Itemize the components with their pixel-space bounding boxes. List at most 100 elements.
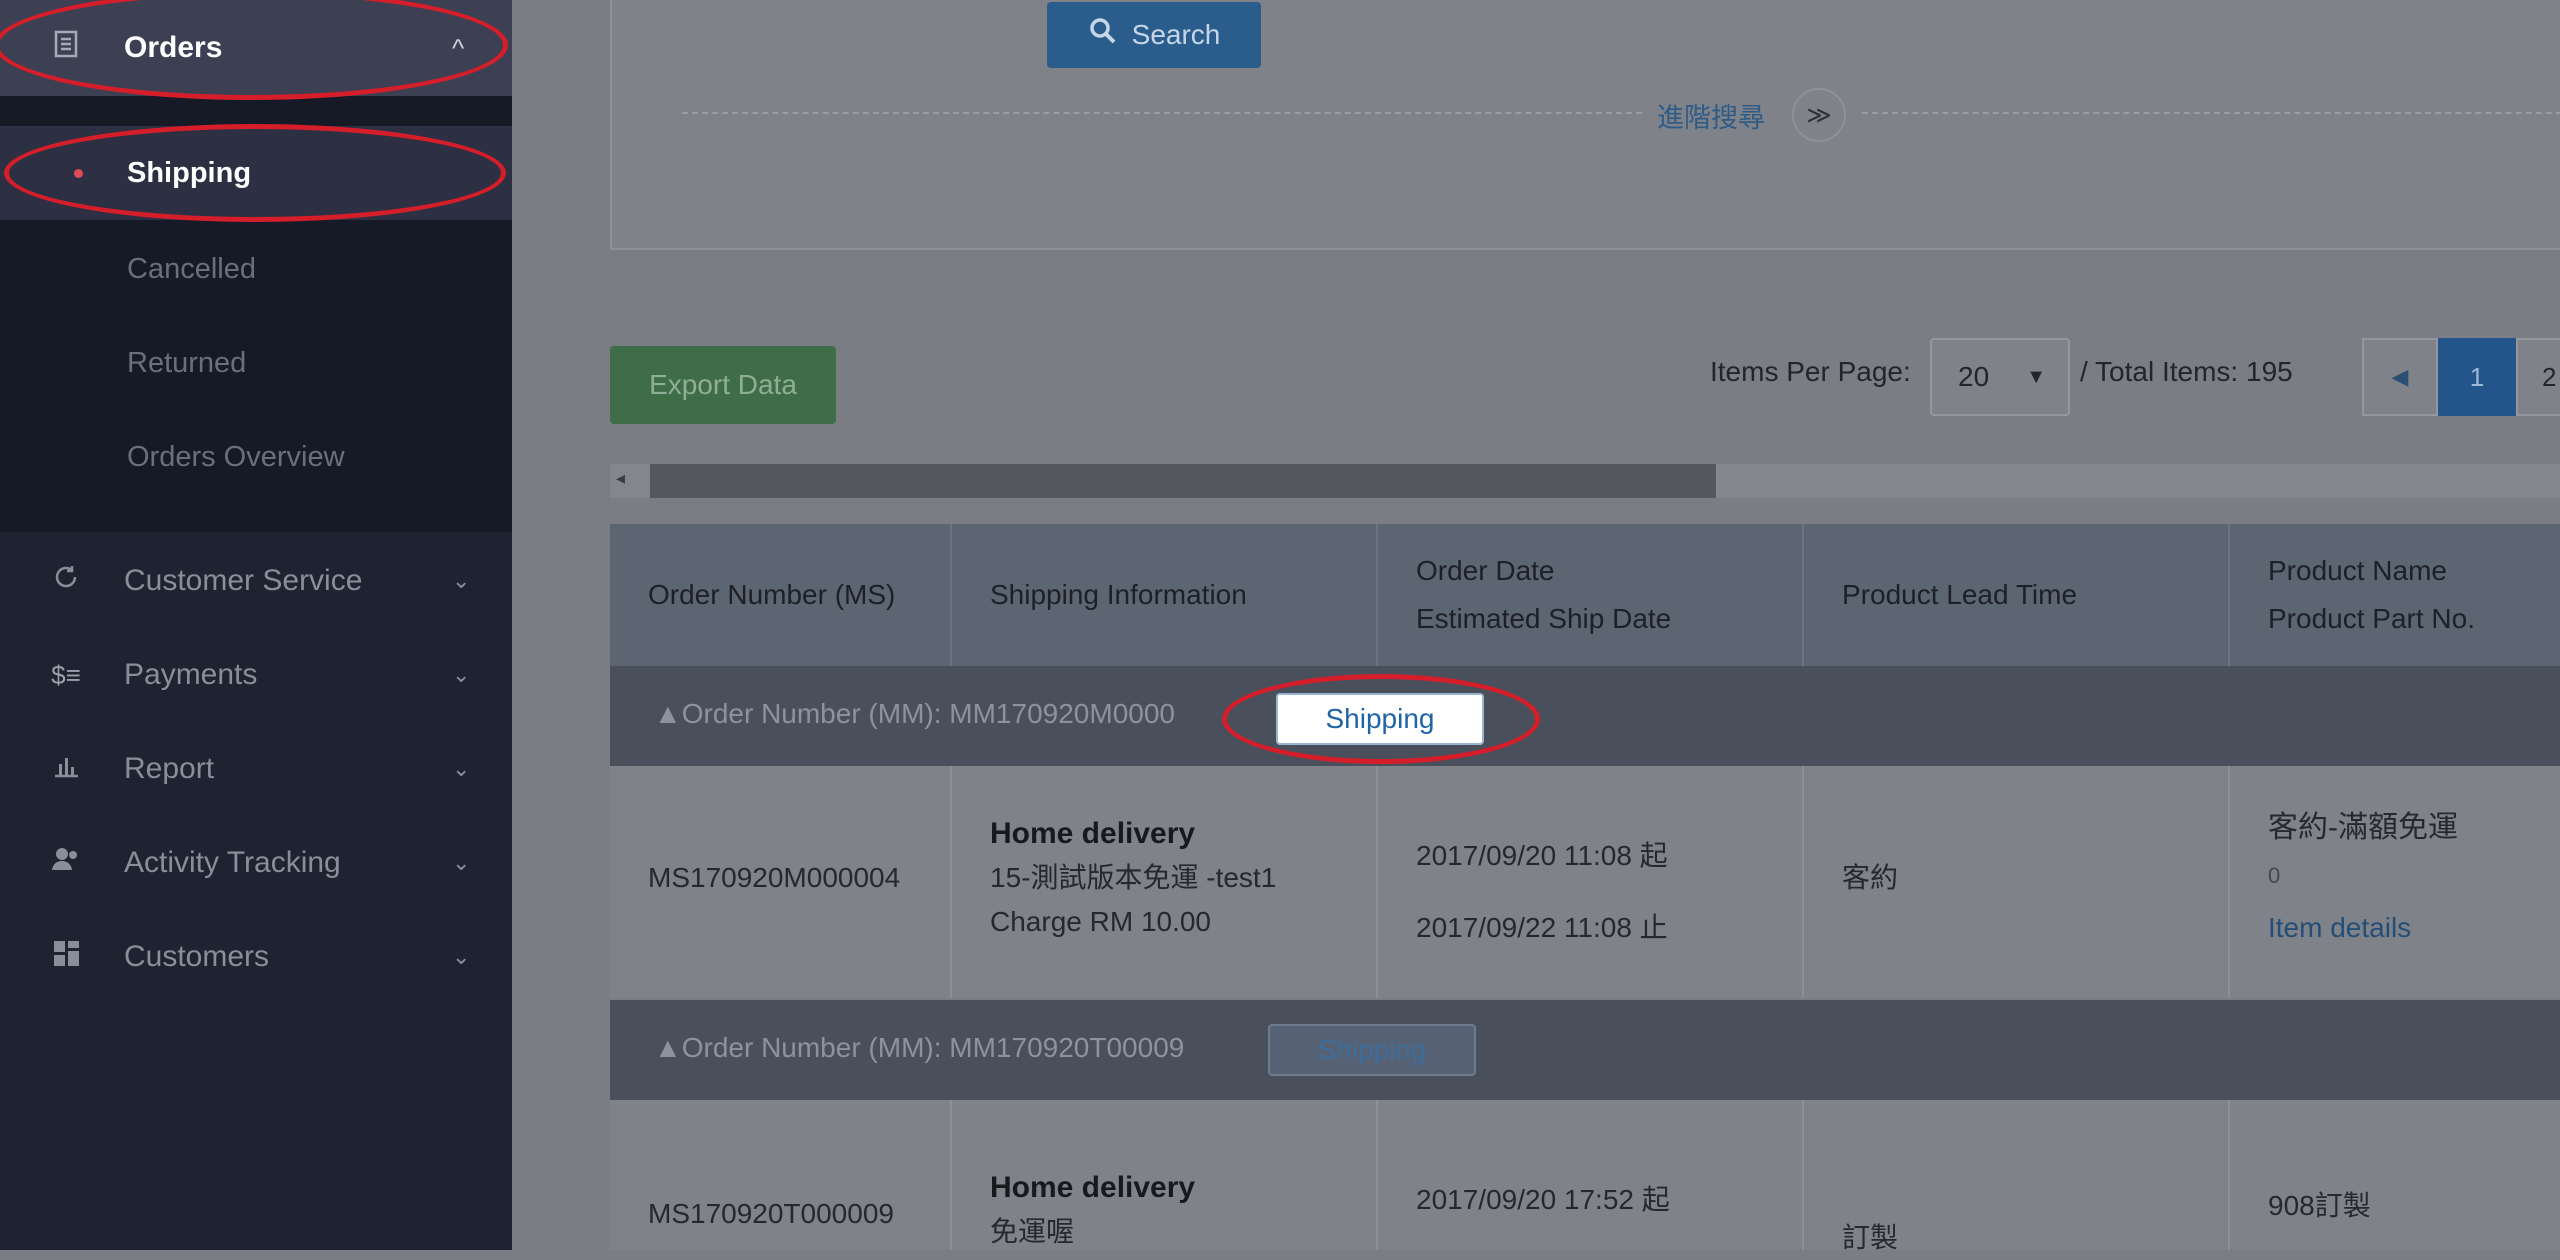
chevron-down-icon: ⌄ bbox=[452, 662, 471, 687]
product-info: 客約-滿額免運 0 Item details bbox=[2268, 802, 2458, 950]
dates: 2017/09/20 11:08 起 2017/09/22 11:08 止 bbox=[1416, 820, 1668, 964]
status-badge: Shipping bbox=[1268, 1024, 1476, 1076]
double-chevron-down-icon[interactable]: ≫ bbox=[1792, 88, 1846, 142]
submenu-item-orders-overview[interactable]: Orders Overview bbox=[0, 410, 512, 504]
shipping-info: Home delivery 免運喔 bbox=[990, 1166, 1195, 1254]
header-text: Product Part No. bbox=[2268, 603, 2475, 634]
column-header-shipping-info: Shipping Information bbox=[952, 524, 1378, 666]
header-text: Estimated Ship Date bbox=[1416, 603, 1672, 634]
submenu-label: Orders Overview bbox=[127, 440, 345, 473]
submenu-item-returned[interactable]: Returned bbox=[0, 316, 512, 410]
status-badge: Shipping bbox=[1276, 693, 1484, 745]
search-button[interactable]: Search bbox=[1047, 2, 1261, 68]
items-per-page-label: Items Per Page: bbox=[1710, 356, 1911, 387]
cell-order-date: 2017/09/20 11:08 起 2017/09/22 11:08 止 bbox=[1378, 766, 1804, 998]
product-name: 908訂製 bbox=[2268, 1190, 2371, 1221]
shipping-charge: Charge RM 10.00 bbox=[990, 906, 1212, 937]
items-per-page-select[interactable]: 20 ▼ bbox=[1930, 338, 2070, 416]
sidebar-item-label: Activity Tracking bbox=[124, 846, 341, 879]
advanced-search-link[interactable]: 進階搜尋 bbox=[1657, 96, 1765, 135]
items-per-page-value: 20 bbox=[1958, 361, 1990, 392]
column-header-order-date: Order Date Estimated Ship Date bbox=[1378, 524, 1804, 666]
ship-date: 2017/09/22 11:08 止 bbox=[1416, 912, 1668, 943]
column-header-order-number: Order Number (MS) bbox=[610, 524, 952, 666]
shipping-name: 免運喔 bbox=[990, 1216, 1075, 1247]
sidebar-item-report[interactable]: Report ⌄ bbox=[0, 722, 512, 816]
sidebar-item-label: Report bbox=[124, 752, 215, 785]
chevron-up-icon: ^ bbox=[452, 32, 465, 63]
cell-order-number: MS170920M000004 bbox=[610, 766, 952, 998]
order-date: 2017/09/20 11:08 起 bbox=[1416, 840, 1668, 871]
table-row: MS170920M000004 Home delivery 15-測試版本免運 … bbox=[610, 766, 2560, 998]
header-text: Order Date bbox=[1416, 555, 1555, 586]
total-items-label: / Total Items: 195 bbox=[2080, 356, 2293, 387]
sidebar-item-label: Customer Service bbox=[124, 564, 363, 597]
sidebar-item-customers[interactable]: Customers ⌄ bbox=[0, 910, 512, 1004]
order-group-header[interactable]: ▲Order Number (MM): MM170920T00009 Shipp… bbox=[610, 1000, 2560, 1100]
scroll-left-icon[interactable]: ◂ bbox=[616, 468, 625, 489]
pager-page-2[interactable]: 2 bbox=[2516, 338, 2560, 416]
cell-order-date: 2017/09/20 17:52 起 bbox=[1378, 1100, 1804, 1250]
header-text: Product Name bbox=[2268, 555, 2447, 586]
divider bbox=[682, 112, 1642, 114]
chevron-down-icon: ⌄ bbox=[452, 850, 471, 875]
bar-chart-icon bbox=[46, 750, 86, 788]
sidebar-item-label: Orders bbox=[124, 31, 223, 64]
submenu-label: Shipping bbox=[127, 156, 252, 189]
submenu-item-cancelled[interactable]: Cancelled bbox=[0, 222, 512, 316]
order-number: MS170920M000004 bbox=[648, 862, 901, 893]
header-text: Shipping Information bbox=[990, 579, 1247, 610]
table-header: Order Number (MS) Shipping Information O… bbox=[610, 524, 2560, 666]
column-header-product: Product Name Product Part No. bbox=[2230, 524, 2560, 666]
orders-icon bbox=[46, 29, 86, 67]
shipping-name: 15-測試版本免運 -test1 bbox=[990, 862, 1277, 893]
pager-prev-button[interactable]: ◀ bbox=[2362, 338, 2438, 416]
cell-product: 908訂製 bbox=[2230, 1100, 2560, 1250]
refresh-icon bbox=[46, 562, 86, 600]
users-icon bbox=[46, 844, 86, 882]
sidebar-item-activity-tracking[interactable]: Activity Tracking ⌄ bbox=[0, 816, 512, 910]
item-details-link[interactable]: Item details bbox=[2268, 906, 2458, 950]
cell-shipping-info: Home delivery 免運喔 bbox=[952, 1100, 1378, 1250]
horizontal-scrollbar[interactable]: ◂ bbox=[610, 464, 2560, 498]
submenu-label: Returned bbox=[127, 346, 247, 379]
cell-order-number: MS170920T000009 bbox=[610, 1100, 952, 1250]
lead-time: 客約 bbox=[1842, 862, 1899, 893]
order-date: 2017/09/20 17:52 起 bbox=[1416, 1184, 1670, 1215]
scrollbar-thumb[interactable] bbox=[650, 464, 1716, 498]
submenu-item-shipping[interactable]: Shipping bbox=[0, 126, 512, 220]
sidebar: Orders ^ Shipping Cancelled Returned Ord… bbox=[0, 0, 512, 1250]
order-group-header[interactable]: ▲Order Number (MM): MM170920M0000 Shippi… bbox=[610, 666, 2560, 766]
sidebar-item-label: Customers bbox=[124, 940, 270, 973]
column-header-lead-time: Product Lead Time bbox=[1804, 524, 2230, 666]
sidebar-item-customer-service[interactable]: Customer Service ⌄ bbox=[0, 534, 512, 628]
cell-product: 客約-滿額免運 0 Item details bbox=[2230, 766, 2560, 998]
cell-lead-time: 訂製 bbox=[1804, 1100, 2230, 1253]
sidebar-item-orders[interactable]: Orders ^ bbox=[0, 0, 512, 96]
orders-submenu: Shipping Cancelled Returned Orders Overv… bbox=[0, 96, 512, 532]
divider bbox=[1862, 112, 2560, 114]
chevron-down-icon: ⌄ bbox=[452, 944, 471, 969]
search-icon bbox=[1088, 16, 1118, 54]
caret-down-icon: ▼ bbox=[2026, 365, 2046, 388]
shipping-info: Home delivery 15-測試版本免運 -test1 Charge RM… bbox=[990, 812, 1276, 944]
order-number: MS170920T000009 bbox=[648, 1198, 894, 1229]
chevron-down-icon: ⌄ bbox=[452, 756, 471, 781]
search-button-label: Search bbox=[1131, 19, 1221, 50]
search-panel: Search 進階搜尋 ≫ bbox=[610, 0, 2560, 250]
lead-time: 訂製 bbox=[1842, 1222, 1899, 1253]
pager-page-1[interactable]: 1 bbox=[2438, 338, 2516, 416]
shipping-method: Home delivery bbox=[990, 817, 1196, 850]
chevron-down-icon: ⌄ bbox=[452, 568, 471, 593]
part-number: 0 bbox=[2268, 863, 2281, 888]
payments-icon: $≡ bbox=[51, 659, 81, 690]
cell-lead-time: 客約 bbox=[1804, 766, 2230, 998]
header-text: Order Number (MS) bbox=[648, 579, 896, 610]
sidebar-item-payments[interactable]: $≡ Payments ⌄ bbox=[0, 628, 512, 722]
submenu-label: Cancelled bbox=[127, 252, 256, 285]
grid-icon bbox=[46, 938, 86, 976]
shipping-method: Home delivery bbox=[990, 1171, 1196, 1204]
header-text: Product Lead Time bbox=[1842, 579, 2078, 610]
table-row: MS170920T000009 Home delivery 免運喔 2017/0… bbox=[610, 1100, 2560, 1253]
export-data-button[interactable]: Export Data bbox=[610, 346, 836, 424]
